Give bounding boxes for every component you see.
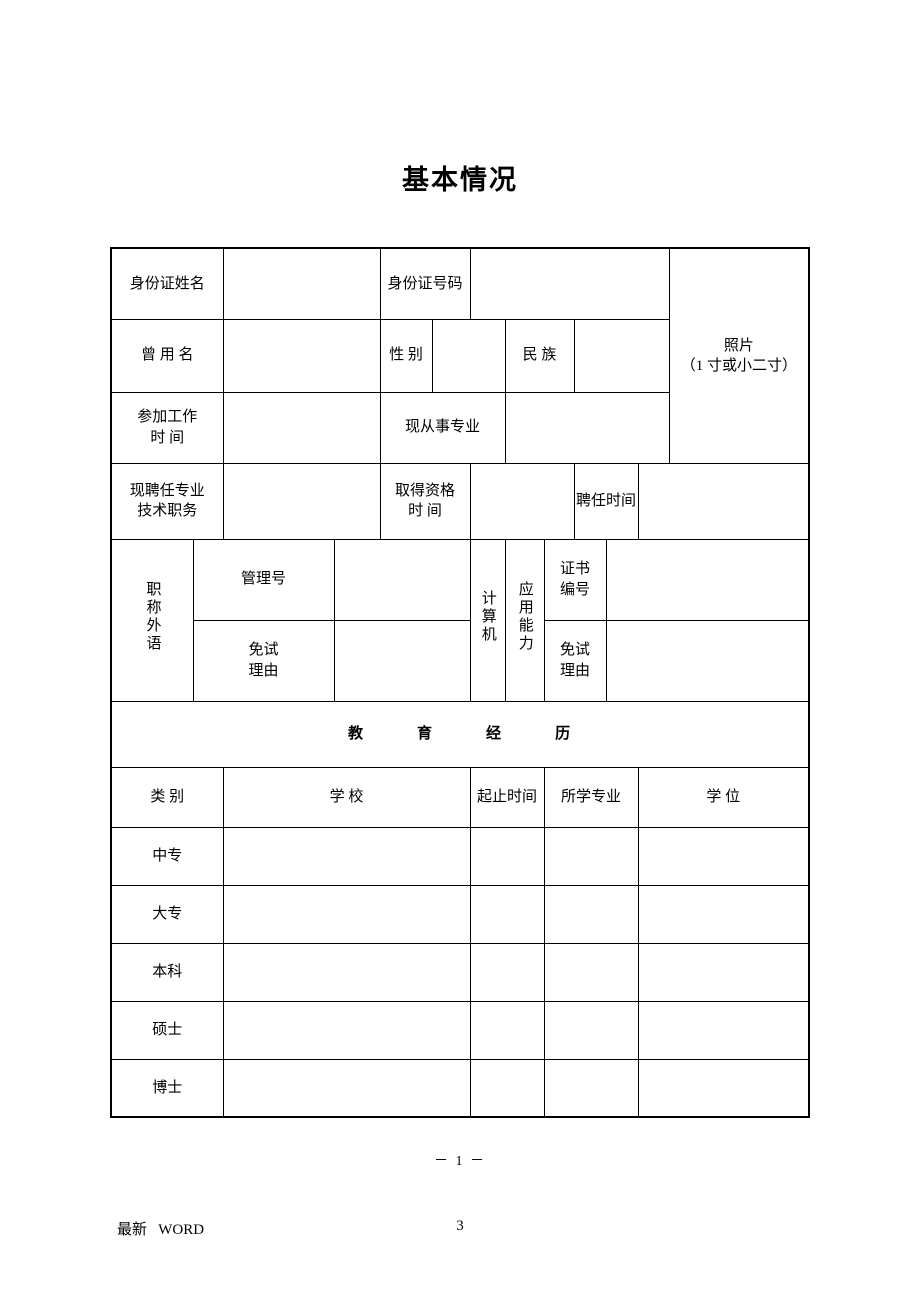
education-category-0: 中专 (110, 826, 224, 886)
page-title: 基本情况 (402, 165, 518, 195)
education-category-1: 大专 (110, 884, 224, 944)
field-current-title[interactable] (222, 462, 381, 540)
education-school-1[interactable] (222, 884, 471, 944)
label-title-foreign-language-text: 职称外语 (144, 580, 161, 653)
column-header-degree: 学 位 (637, 766, 810, 828)
label-id-number: 身份证号码 (379, 247, 471, 320)
table-row: 身份证姓名 身份证号码 照片 （1 寸或小二寸） (110, 247, 810, 464)
table-row: 中专 (110, 826, 810, 886)
field-exemption-reason-language[interactable] (333, 619, 471, 702)
photo-label-line1: 照片 (723, 337, 754, 354)
education-major-1[interactable] (543, 884, 639, 944)
photo-placeholder: 照片 （1 寸或小二寸） (668, 247, 810, 464)
photo-label-line2: （1 寸或小二寸） (680, 357, 797, 374)
label-certificate-number: 证书 编号 (543, 538, 607, 621)
label-work-start-time: 参加工作 时 间 (110, 391, 224, 464)
education-school-4[interactable] (222, 1058, 471, 1118)
education-degree-2[interactable] (637, 942, 810, 1002)
education-major-3[interactable] (543, 1000, 639, 1060)
label-current-major: 现从事专业 (379, 391, 506, 464)
field-id-number[interactable] (469, 247, 670, 320)
field-current-major[interactable] (504, 391, 670, 464)
education-school-2[interactable] (222, 942, 471, 1002)
label-gender: 性 别 (379, 318, 433, 393)
education-category-4: 博士 (110, 1058, 224, 1118)
education-section-title: 教育经历 (110, 700, 810, 768)
table-row: 职称外语 管理号 计算机 应用能力 证书 编号 (110, 538, 810, 702)
education-period-2[interactable] (469, 942, 545, 1002)
education-school-0[interactable] (222, 826, 471, 886)
footer-page-number: 3 (456, 1218, 464, 1234)
education-column-header-row: 类 别 学 校 起止时间 所学专业 学 位 (110, 766, 810, 828)
field-admin-number[interactable] (333, 538, 471, 621)
label-computer: 计算机 (469, 538, 506, 702)
column-header-category: 类 别 (110, 766, 224, 828)
field-qualification-time[interactable] (469, 462, 575, 540)
label-exemption-reason-computer: 免试 理由 (543, 619, 607, 702)
label-computer-text: 计算机 (479, 589, 496, 644)
field-certificate-number[interactable] (605, 538, 810, 621)
table-row: 博士 (110, 1058, 810, 1118)
field-appointment-time[interactable] (637, 462, 810, 540)
label-application-ability-text: 应用能力 (516, 580, 533, 653)
label-current-title: 现聘任专业 技术职务 (110, 462, 224, 540)
education-major-2[interactable] (543, 942, 639, 1002)
education-degree-1[interactable] (637, 884, 810, 944)
education-major-0[interactable] (543, 826, 639, 886)
label-id-name: 身份证姓名 (110, 247, 224, 320)
education-title-char-2: 育 (417, 725, 435, 742)
column-header-school: 学 校 (222, 766, 471, 828)
table-row: 现聘任专业 技术职务 取得资格 时 间 聘任时间 (110, 462, 810, 540)
field-gender[interactable] (431, 318, 506, 393)
education-title-char-1: 教 (348, 725, 366, 742)
education-degree-3[interactable] (637, 1000, 810, 1060)
education-degree-0[interactable] (637, 826, 810, 886)
table-row: 大专 (110, 884, 810, 944)
education-period-3[interactable] (469, 1000, 545, 1060)
label-ethnicity: 民 族 (504, 318, 575, 393)
label-former-name: 曾 用 名 (110, 318, 224, 393)
education-category-2: 本科 (110, 942, 224, 1002)
table-row: 免试 理由 免试 理由 (111, 619, 810, 702)
field-former-name[interactable] (222, 318, 381, 393)
page-marker: － 1 － (434, 1154, 486, 1169)
field-work-start-time[interactable] (222, 391, 381, 464)
column-header-major: 所学专业 (543, 766, 639, 828)
label-application-ability: 应用能力 (504, 538, 545, 702)
label-appointment-time: 聘任时间 (573, 462, 639, 540)
field-id-name[interactable] (222, 247, 381, 320)
education-period-4[interactable] (469, 1058, 545, 1118)
education-degree-4[interactable] (637, 1058, 810, 1118)
document-page: 基本情况 身份证姓名 身份证号码 照片 （1 寸或小二寸） 曾 用 名 性 别 … (0, 0, 920, 1302)
education-period-1[interactable] (469, 884, 545, 944)
education-school-3[interactable] (222, 1000, 471, 1060)
column-header-period: 起止时间 (469, 766, 545, 828)
table-row: 本科 (110, 942, 810, 1002)
basic-info-table: 身份证姓名 身份证号码 照片 （1 寸或小二寸） 曾 用 名 性 别 民 族 参… (110, 247, 811, 1118)
field-ethnicity[interactable] (573, 318, 670, 393)
footer: 最新 WORD 3 (0, 1218, 920, 1238)
education-section-header-row: 教育经历 (110, 700, 810, 768)
label-admin-number: 管理号 (192, 538, 335, 621)
education-category-3: 硕士 (110, 1000, 224, 1060)
education-period-0[interactable] (469, 826, 545, 886)
table-row: 硕士 (110, 1000, 810, 1060)
education-major-4[interactable] (543, 1058, 639, 1118)
field-exemption-reason-computer[interactable] (605, 619, 810, 702)
education-title-char-4: 历 (555, 725, 573, 742)
label-exemption-reason-language: 免试 理由 (192, 619, 335, 702)
education-title-char-3: 经 (486, 725, 504, 742)
label-qualification-time: 取得资格 时 间 (379, 462, 471, 540)
label-title-foreign-language: 职称外语 (110, 538, 194, 702)
